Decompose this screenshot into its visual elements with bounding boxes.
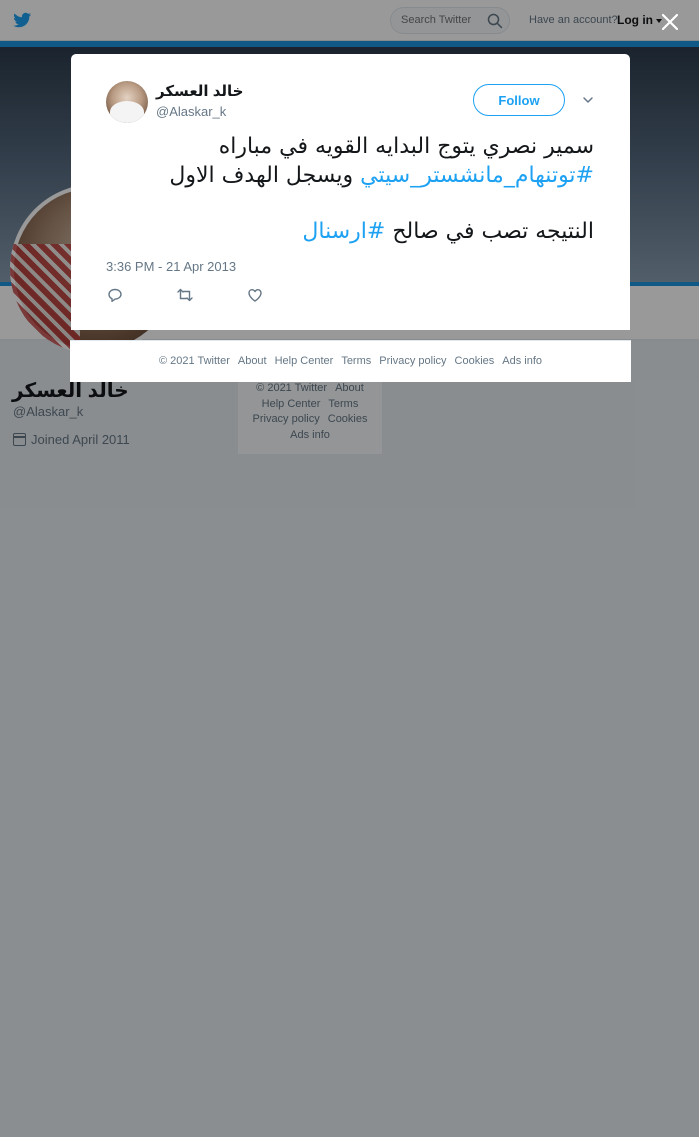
tweet-modal: خالد العسكر @Alaskar_k Follow سمير نصري … [71,54,630,330]
tweet-line-3-text: النتيجه تصب في صالح [385,219,594,244]
footer-link-ads[interactable]: Ads info [502,355,542,367]
reply-icon[interactable] [107,287,123,303]
hashtag-link[interactable]: #ارسنال [302,219,385,244]
tweet-line-2: #توتنهام_مانشستر_سيتي ويسجل الهدف الاول [106,161,594,190]
tweet-line-3: النتيجه تصب في صالح #ارسنال [106,217,594,246]
footer-link-privacy[interactable]: Privacy policy [379,355,446,367]
tweet-line-2-text: ويسجل الهدف الاول [169,163,361,188]
chevron-down-icon[interactable] [582,94,594,106]
tweet-line-1: سمير نصري يتوج البدايه القويه في مباراه [218,134,594,159]
footer-link-cookies[interactable]: Cookies [455,355,495,367]
like-icon[interactable] [247,287,263,303]
modal-footer: © 2021 Twitter About Help Center Terms Priva… [70,340,631,382]
close-icon[interactable] [660,12,680,32]
footer-link-copyright[interactable]: © 2021 Twitter [159,355,230,367]
tweet-text: سمير نصري يتوج البدايه القويه في مباراه … [106,132,594,246]
tweet-author-handle[interactable]: @Alaskar_k [156,104,226,119]
modal-footer-links: © 2021 Twitter About Help Center Terms Priva… [70,355,631,367]
footer-link-about[interactable]: About [238,355,267,367]
tweet-author-name[interactable]: خالد العسكر [156,82,243,100]
footer-link-help[interactable]: Help Center [275,355,334,367]
tweet-spacer [106,190,594,217]
retweet-icon[interactable] [177,287,193,303]
tweet-timestamp[interactable]: 3:36 PM - 21 Apr 2013 [106,259,236,274]
footer-link-terms[interactable]: Terms [341,355,371,367]
hashtag-link[interactable]: #توتنهام_مانشستر_سيتي [360,163,594,188]
tweet-author-avatar[interactable] [106,81,148,123]
follow-button[interactable]: Follow [473,84,565,116]
